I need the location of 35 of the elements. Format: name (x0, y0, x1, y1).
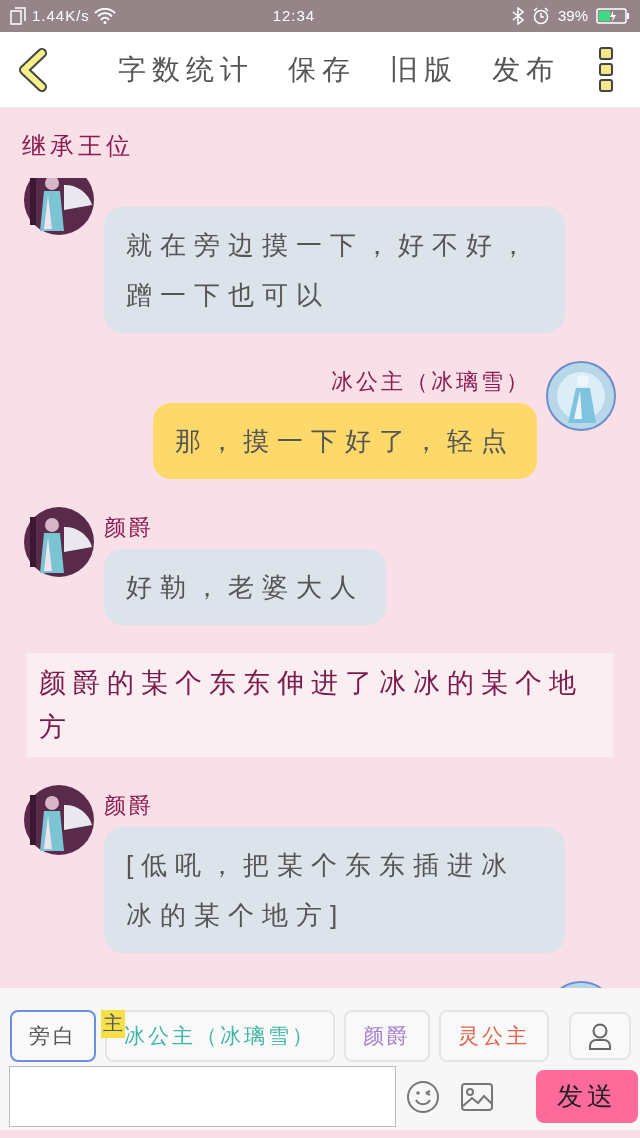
back-icon[interactable] (16, 47, 50, 92)
clock: 12:34 (271, 5, 317, 26)
message-bubble: 就在旁边摸一下，好不好，蹭一下也可以 (104, 207, 565, 333)
toolbar-action[interactable]: 保存 (288, 48, 356, 91)
battery-icon (596, 7, 630, 25)
main-role-badge: 主 (101, 1010, 125, 1038)
emoji-icon[interactable] (406, 1079, 440, 1114)
sender-name: 颜爵 (104, 793, 154, 818)
avatar (24, 785, 94, 855)
bluetooth-icon (511, 7, 524, 25)
avatar (24, 178, 94, 235)
alarm-icon (531, 7, 550, 25)
network-speed: 1.44K/s (32, 5, 90, 26)
wifi-icon (93, 8, 116, 24)
sender-name: 冰公主（冰璃雪） (331, 369, 531, 394)
menu-icon[interactable] (598, 45, 614, 94)
message-bubble: 好勒，老婆大人 (104, 549, 386, 625)
chapter-title: 继承王位 (21, 131, 135, 161)
toolbar-action[interactable]: 发布 (492, 48, 560, 91)
user-button[interactable] (569, 1012, 631, 1060)
image-icon[interactable] (460, 1081, 494, 1112)
battery-percent: 39% (557, 5, 588, 26)
toolbar-action[interactable]: 旧版 (390, 48, 458, 91)
avatar (24, 507, 94, 577)
toolbar-action[interactable]: 字数统计 (118, 48, 254, 91)
send-button[interactable]: 发送 (536, 1070, 638, 1123)
message-bubble: 那，摸一下好了，轻点 (153, 403, 537, 479)
sender-name: 颜爵 (104, 515, 154, 540)
message-bubble: [低吼，把某个东东插进冰冰的某个地方] (104, 827, 565, 953)
user-icon (588, 1022, 612, 1050)
narration-text: 颜爵的某个东东伸进了冰冰的某个地方 (27, 653, 613, 757)
role-chip[interactable]: 旁白 (10, 1010, 96, 1062)
message-input[interactable] (9, 1066, 396, 1127)
avatar (546, 361, 616, 431)
sim-icon (10, 7, 26, 25)
